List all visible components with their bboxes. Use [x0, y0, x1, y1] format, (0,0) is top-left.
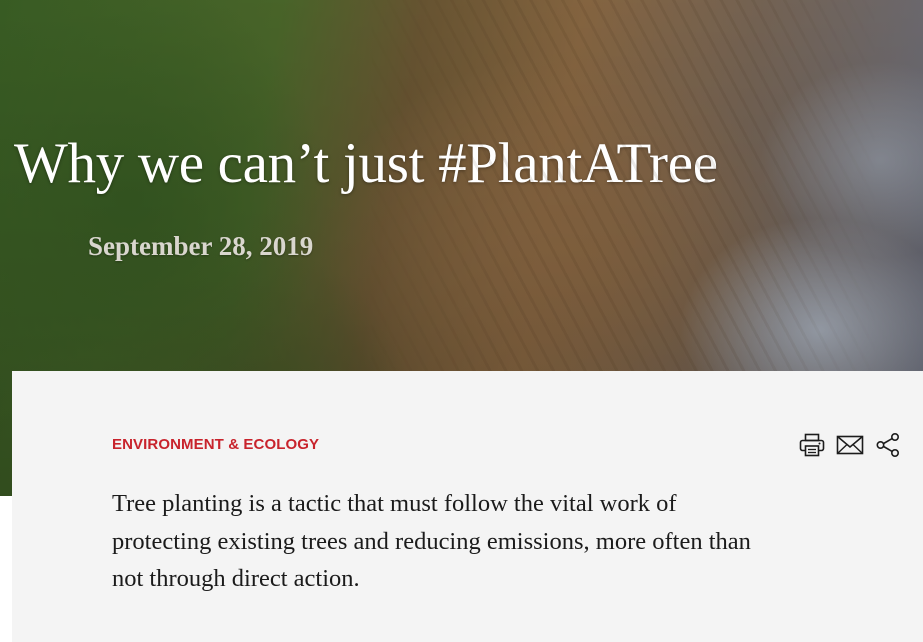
mail-icon [836, 435, 864, 455]
share-icon [876, 432, 899, 457]
publish-date: September 28, 2019 [88, 231, 314, 261]
printer-icon [799, 433, 825, 457]
email-button[interactable] [834, 429, 866, 461]
share-button[interactable] [872, 429, 904, 461]
page-title: Why we can’t just #PlantATree [14, 132, 718, 195]
article-card: ENVIRONMENT & ECOLOGY Tree planting is a… [12, 371, 923, 642]
category-link[interactable]: ENVIRONMENT & ECOLOGY [112, 436, 319, 453]
print-button[interactable] [796, 429, 828, 461]
article-summary: Tree planting is a tactic that must foll… [112, 490, 751, 592]
